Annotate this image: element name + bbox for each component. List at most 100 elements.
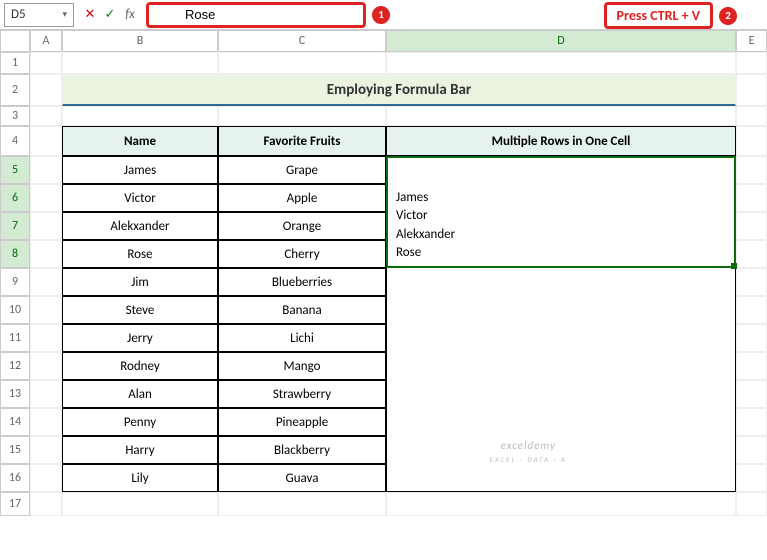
empty-d-cell[interactable] <box>386 296 736 324</box>
table-cell-name[interactable]: Rodney <box>62 352 218 380</box>
merged-multi-cell[interactable]: James Victor Alekxander Rose <box>386 156 736 268</box>
table-cell-name[interactable]: Penny <box>62 408 218 436</box>
fx-icon[interactable]: fx <box>122 7 138 23</box>
cell[interactable] <box>30 156 62 184</box>
cell[interactable] <box>736 464 767 492</box>
cell[interactable] <box>386 106 736 126</box>
cell[interactable] <box>30 464 62 492</box>
col-header-e[interactable]: E <box>736 30 767 52</box>
table-cell-fruit[interactable]: Pineapple <box>218 408 386 436</box>
name-box[interactable]: D5 ▾ <box>4 3 74 27</box>
col-header-a[interactable]: A <box>30 30 62 52</box>
row-header-8[interactable]: 8 <box>0 240 30 268</box>
cell[interactable] <box>736 492 767 516</box>
enter-icon[interactable]: ✓ <box>102 7 118 23</box>
cell[interactable] <box>30 212 62 240</box>
cell[interactable] <box>736 74 767 106</box>
cell[interactable] <box>218 492 386 516</box>
empty-d-cell[interactable] <box>386 268 736 296</box>
table-cell-name[interactable]: Lily <box>62 464 218 492</box>
table-cell-fruit[interactable]: Mango <box>218 352 386 380</box>
table-cell-name[interactable]: Rose <box>62 240 218 268</box>
empty-d-cell[interactable] <box>386 408 736 436</box>
header-multi[interactable]: Multiple Rows in One Cell <box>386 126 736 156</box>
row-header-11[interactable]: 11 <box>0 324 30 352</box>
row-header-4[interactable]: 4 <box>0 126 30 156</box>
empty-d-cell[interactable] <box>386 436 736 464</box>
cell[interactable] <box>736 212 767 240</box>
table-cell-fruit[interactable]: Cherry <box>218 240 386 268</box>
title-cell[interactable]: Employing Formula Bar <box>62 74 736 106</box>
table-cell-fruit[interactable]: Strawberry <box>218 380 386 408</box>
row-header-3[interactable]: 3 <box>0 106 30 126</box>
cell[interactable] <box>30 408 62 436</box>
cell[interactable] <box>736 184 767 212</box>
cell[interactable] <box>30 492 62 516</box>
table-cell-name[interactable]: Steve <box>62 296 218 324</box>
table-cell-name[interactable]: Alan <box>62 380 218 408</box>
empty-d-cell[interactable] <box>386 324 736 352</box>
cell[interactable] <box>736 52 767 74</box>
table-cell-fruit[interactable]: Blueberries <box>218 268 386 296</box>
header-name[interactable]: Name <box>62 126 218 156</box>
row-header-7[interactable]: 7 <box>0 212 30 240</box>
cell[interactable] <box>30 324 62 352</box>
cell[interactable] <box>736 408 767 436</box>
table-cell-fruit[interactable]: Orange <box>218 212 386 240</box>
row-header-10[interactable]: 10 <box>0 296 30 324</box>
cell[interactable] <box>30 106 62 126</box>
cell[interactable] <box>30 436 62 464</box>
cell[interactable] <box>62 106 218 126</box>
cell[interactable] <box>218 52 386 74</box>
header-fruit[interactable]: Favorite Fruits <box>218 126 386 156</box>
table-cell-name[interactable]: Jerry <box>62 324 218 352</box>
cell[interactable] <box>30 74 62 106</box>
cell[interactable] <box>386 492 736 516</box>
cancel-icon[interactable]: ✕ <box>82 7 98 23</box>
empty-d-cell[interactable] <box>386 464 736 492</box>
formula-input[interactable] <box>185 7 357 22</box>
empty-d-cell[interactable] <box>386 352 736 380</box>
row-header-6[interactable]: 6 <box>0 184 30 212</box>
table-cell-fruit[interactable]: Lichi <box>218 324 386 352</box>
col-header-b[interactable]: B <box>62 30 218 52</box>
row-header-13[interactable]: 13 <box>0 380 30 408</box>
row-header-16[interactable]: 16 <box>0 464 30 492</box>
spreadsheet-grid[interactable]: A B C D E 1 2 Employing Formula Bar 3 4 … <box>0 30 767 516</box>
col-header-c[interactable]: C <box>218 30 386 52</box>
table-cell-name[interactable]: Harry <box>62 436 218 464</box>
empty-d-cell[interactable] <box>386 380 736 408</box>
cell[interactable] <box>30 184 62 212</box>
row-header-5[interactable]: 5 <box>0 156 30 184</box>
cell[interactable] <box>30 380 62 408</box>
cell[interactable] <box>736 156 767 184</box>
row-header-2[interactable]: 2 <box>0 74 30 106</box>
cell[interactable] <box>736 324 767 352</box>
table-cell-name[interactable]: Jim <box>62 268 218 296</box>
cell[interactable] <box>30 352 62 380</box>
chevron-down-icon[interactable]: ▾ <box>62 9 67 20</box>
cell[interactable] <box>736 436 767 464</box>
table-cell-fruit[interactable]: Apple <box>218 184 386 212</box>
corner-cell[interactable] <box>0 30 30 52</box>
cell[interactable] <box>218 106 386 126</box>
table-cell-fruit[interactable]: Grape <box>218 156 386 184</box>
cell[interactable] <box>30 240 62 268</box>
cell[interactable] <box>736 268 767 296</box>
cell[interactable] <box>736 240 767 268</box>
row-header-1[interactable]: 1 <box>0 52 30 74</box>
cell[interactable] <box>30 126 62 156</box>
row-header-9[interactable]: 9 <box>0 268 30 296</box>
table-cell-fruit[interactable]: Guava <box>218 464 386 492</box>
col-header-d[interactable]: D <box>386 30 736 52</box>
cell[interactable] <box>62 492 218 516</box>
cell[interactable] <box>736 296 767 324</box>
cell[interactable] <box>736 126 767 156</box>
cell[interactable] <box>736 380 767 408</box>
cell[interactable] <box>30 296 62 324</box>
cell[interactable] <box>62 52 218 74</box>
cell[interactable] <box>736 106 767 126</box>
row-header-15[interactable]: 15 <box>0 436 30 464</box>
table-cell-fruit[interactable]: Banana <box>218 296 386 324</box>
table-cell-name[interactable]: Victor <box>62 184 218 212</box>
